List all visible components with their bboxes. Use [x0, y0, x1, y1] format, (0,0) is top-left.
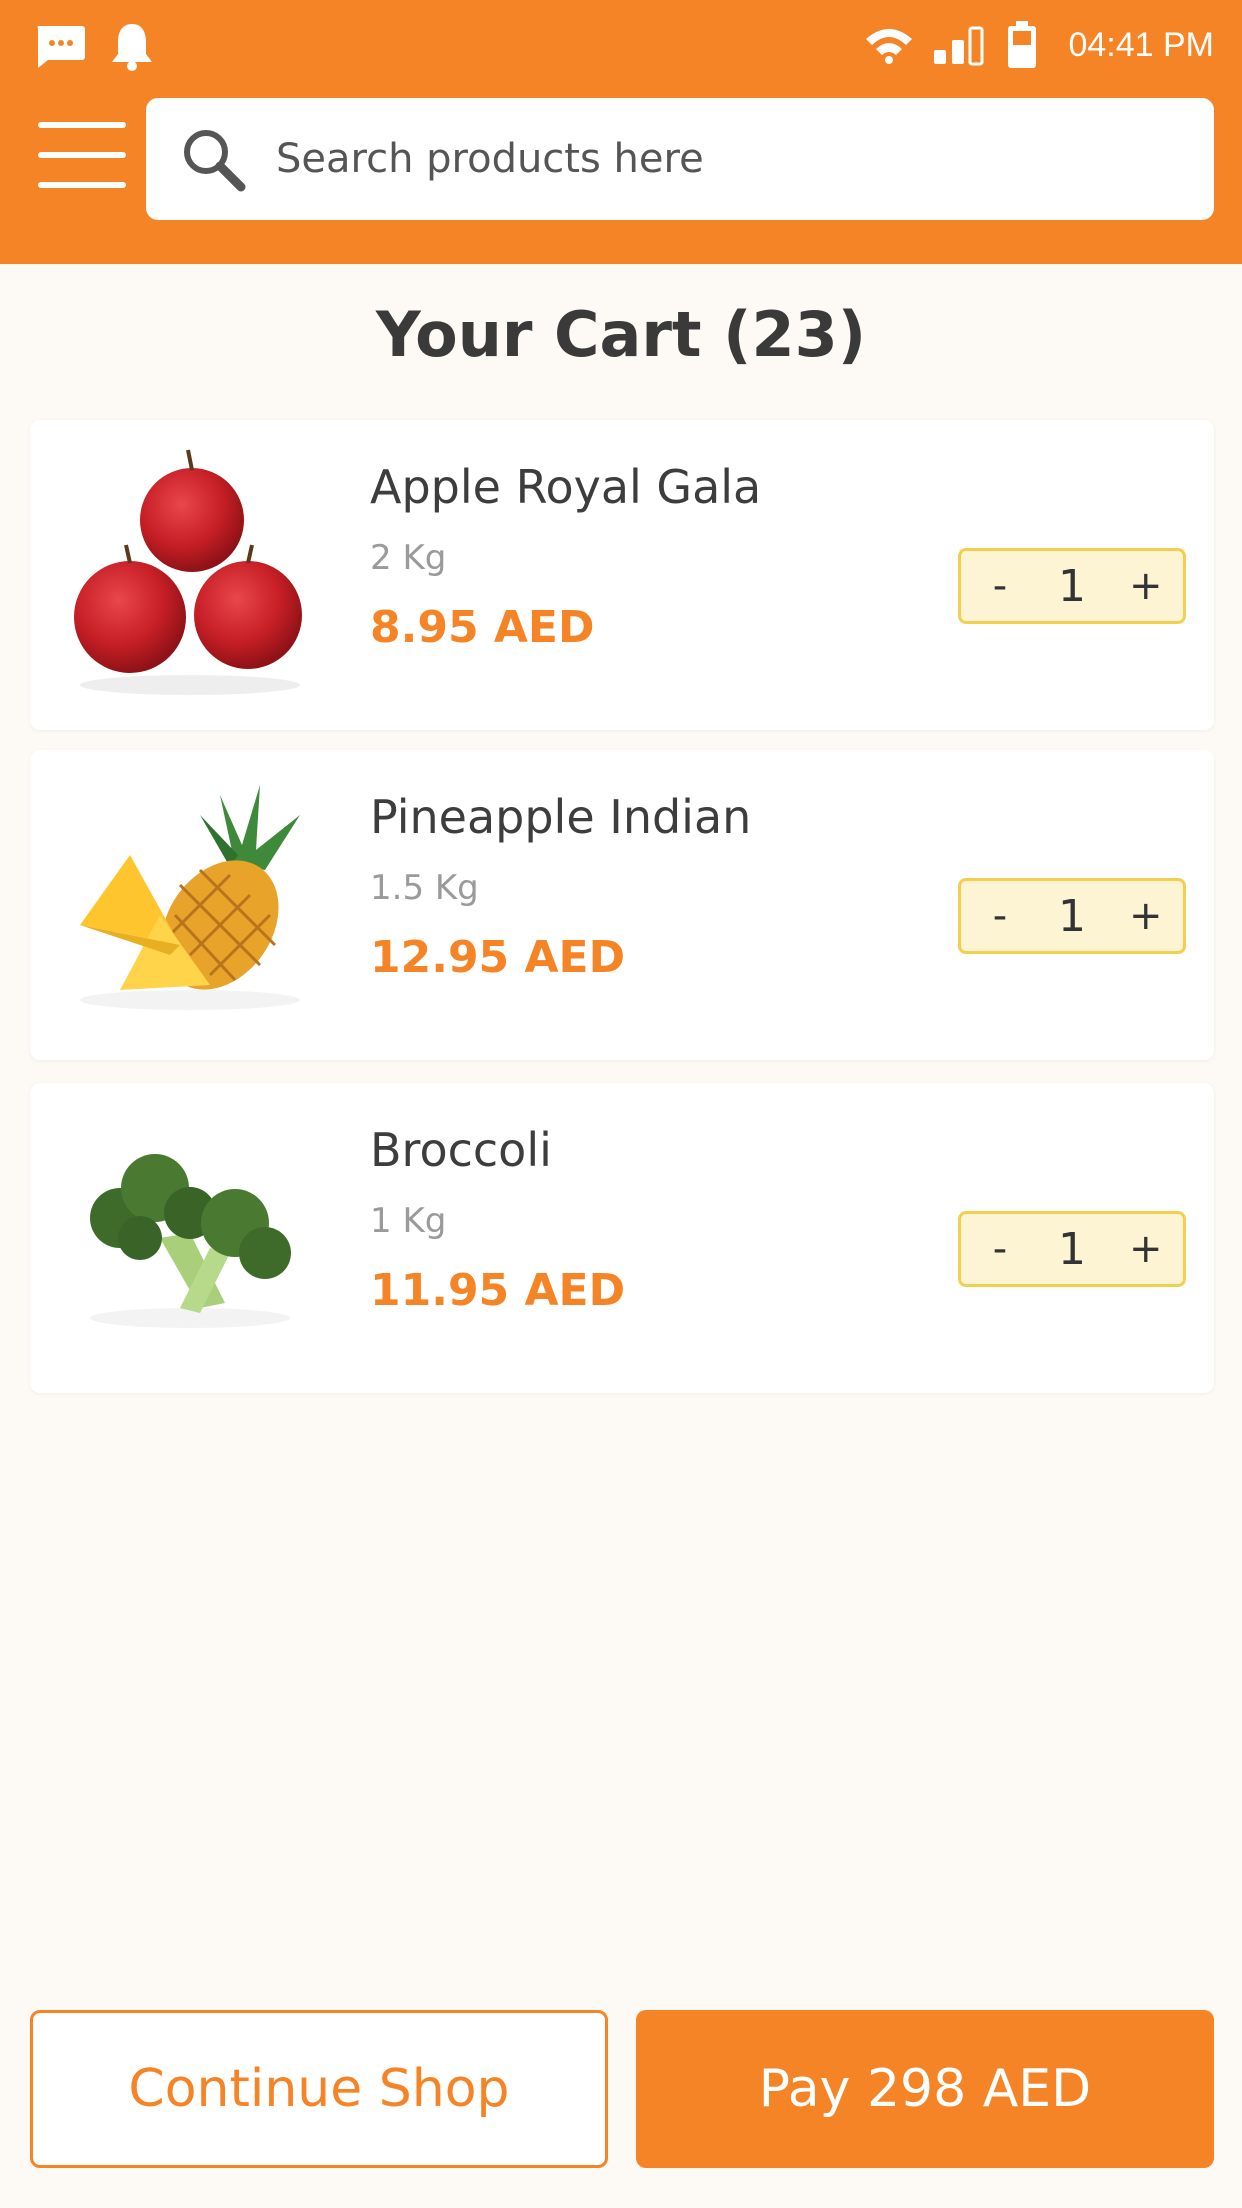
increase-quantity-button[interactable]: +: [1129, 563, 1163, 609]
product-weight: 2 Kg: [370, 538, 447, 578]
cart-item: Broccoli 1 Kg 11.95 AED - 1 +: [30, 1083, 1214, 1393]
broccoli-image: [90, 1154, 291, 1328]
cart-item: Pineapple Indian 1.5 Kg 12.95 AED - 1 +: [30, 750, 1214, 1060]
product-price: 12.95 AED: [370, 932, 626, 983]
signal-icon: [934, 26, 984, 66]
increase-quantity-button[interactable]: +: [1129, 893, 1163, 939]
product-price: 8.95 AED: [370, 602, 595, 653]
product-price: 11.95 AED: [370, 1265, 626, 1316]
wifi-icon: [866, 29, 913, 64]
product-name[interactable]: Apple Royal Gala: [370, 460, 761, 514]
message-notification-icon: [37, 26, 85, 68]
quantity-value: 1: [1058, 1223, 1086, 1275]
search-bar[interactable]: [146, 98, 1214, 220]
product-name[interactable]: Broccoli: [370, 1123, 552, 1177]
app-header: 04:41 PM: [0, 0, 1242, 264]
decrease-quantity-button[interactable]: -: [985, 1226, 1015, 1272]
product-weight: 1.5 Kg: [370, 868, 479, 908]
quantity-value: 1: [1058, 890, 1086, 942]
pineapple-image: [80, 785, 300, 1010]
product-weight: 1 Kg: [370, 1201, 447, 1241]
bell-notification-icon: [112, 24, 152, 71]
quantity-stepper: - 1 +: [958, 878, 1186, 954]
page-title: Your Cart (23): [375, 298, 867, 371]
apple-image: [74, 449, 302, 695]
quantity-value: 1: [1058, 560, 1086, 612]
search-icon: [184, 130, 246, 192]
product-name[interactable]: Pineapple Indian: [370, 790, 751, 844]
cart-item: Apple Royal Gala 2 Kg 8.95 AED - 1 +: [30, 420, 1214, 730]
status-bar: 04:41 PM: [0, 0, 1242, 90]
decrease-quantity-button[interactable]: -: [985, 563, 1015, 609]
search-input[interactable]: [276, 136, 1176, 182]
quantity-stepper: - 1 +: [958, 548, 1186, 624]
decrease-quantity-button[interactable]: -: [985, 893, 1015, 939]
status-time: 04:41 PM: [1068, 25, 1214, 64]
increase-quantity-button[interactable]: +: [1129, 1226, 1163, 1272]
continue-shop-button[interactable]: Continue Shop: [30, 2010, 608, 2168]
hamburger-menu-icon[interactable]: [38, 122, 126, 188]
quantity-stepper: - 1 +: [958, 1211, 1186, 1287]
pay-button[interactable]: Pay 298 AED: [636, 2010, 1214, 2168]
battery-icon: [1008, 21, 1037, 68]
